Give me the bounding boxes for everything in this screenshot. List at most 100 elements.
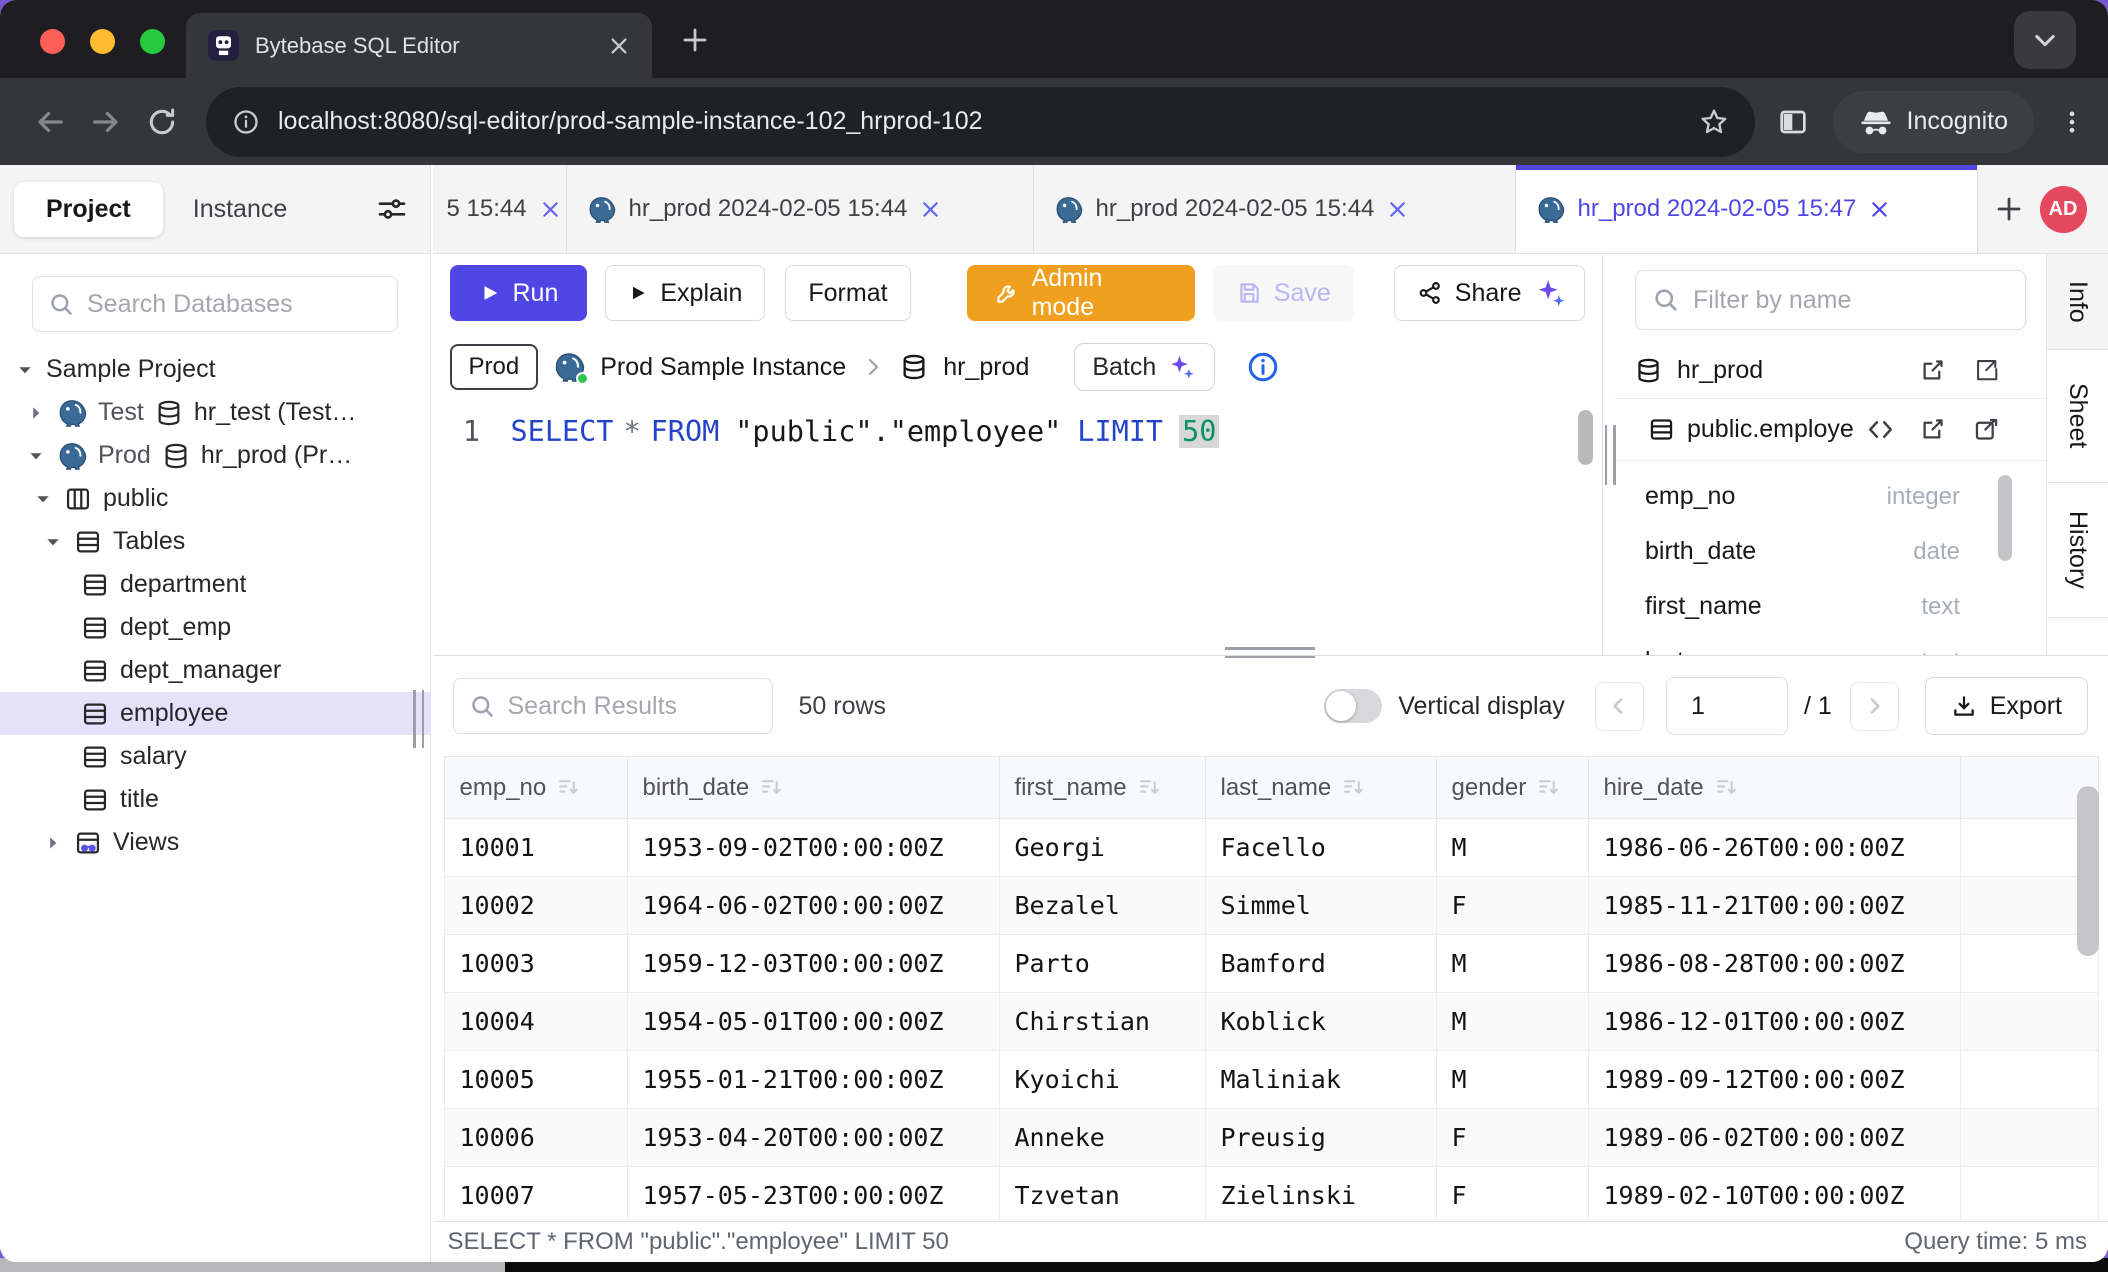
tree-item-salary[interactable]: salary: [0, 735, 430, 778]
edit-icon[interactable]: [1973, 416, 2000, 443]
explain-button[interactable]: Explain: [605, 265, 765, 321]
tree-item-views[interactable]: Views: [0, 821, 430, 864]
format-button[interactable]: Format: [785, 265, 910, 321]
new-tab-icon[interactable]: [680, 25, 710, 55]
close-tab-icon[interactable]: [608, 35, 630, 57]
instance-name[interactable]: Prod Sample Instance: [600, 353, 846, 382]
tab-search-button[interactable]: [2014, 11, 2076, 69]
database-name[interactable]: hr_prod: [943, 353, 1029, 382]
tree-item-employee[interactable]: employee: [0, 692, 430, 735]
tab-info[interactable]: Info: [2047, 254, 2108, 350]
database-search[interactable]: [32, 276, 398, 332]
sort-icon[interactable]: [556, 775, 581, 800]
tab-history[interactable]: History: [2047, 483, 2108, 618]
close-tab-icon[interactable]: [1869, 199, 1890, 220]
sidebar-resize-handle[interactable]: [413, 690, 424, 748]
tree-item-hr-test[interactable]: Test hr_test (Test…: [0, 391, 430, 434]
tree-item-sample-project[interactable]: Sample Project: [0, 348, 430, 391]
filter-by-name-input[interactable]: [1693, 286, 2015, 315]
tree-item-tables[interactable]: Tables: [0, 520, 430, 563]
column-header-gender[interactable]: gender: [1436, 757, 1588, 819]
panel-resize-handle[interactable]: [1605, 425, 1616, 485]
column-row[interactable]: birth_date date: [1615, 524, 2046, 579]
table-row[interactable]: 100051955-01-21T00:00:00ZKyoichiMaliniak…: [444, 1051, 2099, 1109]
column-row[interactable]: emp_no integer: [1615, 469, 2046, 524]
column-list-scrollbar[interactable]: [1998, 475, 2012, 561]
side-panel-icon[interactable]: [1777, 106, 1809, 138]
schema-filter[interactable]: [1635, 270, 2026, 330]
address-bar[interactable]: localhost:8080/sql-editor/prod-sample-in…: [206, 87, 1755, 157]
open-external-icon[interactable]: [1919, 416, 1946, 443]
sort-icon[interactable]: [1137, 775, 1162, 800]
open-external-icon[interactable]: [1919, 357, 1946, 384]
panel-divider[interactable]: [1602, 254, 1616, 655]
column-header-hire-date[interactable]: hire_date: [1588, 757, 1960, 819]
results-search[interactable]: [453, 678, 773, 734]
add-query-tab-icon[interactable]: [1994, 194, 2024, 224]
close-window-button[interactable]: [40, 29, 65, 54]
url-text[interactable]: localhost:8080/sql-editor/prod-sample-in…: [278, 107, 1681, 136]
admin-mode-button[interactable]: Admin mode: [967, 265, 1195, 321]
connection-info-icon[interactable]: [1246, 350, 1280, 384]
table-row[interactable]: 100071957-05-23T00:00:00ZTzvetanZielinsk…: [444, 1167, 2099, 1222]
sort-icon[interactable]: [1536, 775, 1561, 800]
close-tab-icon[interactable]: [920, 199, 941, 220]
back-icon[interactable]: [22, 105, 78, 139]
results-resize-handle[interactable]: [1225, 647, 1315, 658]
query-tab-3[interactable]: hr_prod 2024-02-05 15:44: [1034, 165, 1516, 253]
run-button[interactable]: Run: [450, 265, 588, 321]
column-row[interactable]: last_name text: [1615, 634, 2046, 655]
export-button[interactable]: Export: [1925, 677, 2088, 735]
search-databases-input[interactable]: [87, 290, 409, 319]
close-tab-icon[interactable]: [1387, 199, 1408, 220]
query-tab-2[interactable]: hr_prod 2024-02-05 15:44: [567, 165, 1034, 253]
sort-icon[interactable]: [1341, 775, 1366, 800]
forward-icon[interactable]: [78, 105, 134, 139]
filter-settings-icon[interactable]: [376, 193, 416, 225]
table-row[interactable]: 100041954-05-01T00:00:00ZChirstianKoblic…: [444, 993, 2099, 1051]
minimize-window-button[interactable]: [90, 29, 115, 54]
save-button[interactable]: Save: [1213, 265, 1354, 321]
column-row[interactable]: first_name text: [1615, 579, 2046, 634]
tree-item-public-schema[interactable]: public: [0, 477, 430, 520]
prev-page-button[interactable]: [1595, 682, 1644, 731]
editor-scrollbar[interactable]: [1578, 410, 1593, 465]
user-avatar[interactable]: AD: [2040, 186, 2087, 233]
table-row[interactable]: 100031959-12-03T00:00:00ZPartoBamfordM19…: [444, 935, 2099, 993]
share-button[interactable]: Share: [1394, 265, 1585, 321]
tab-sheet[interactable]: Sheet: [2047, 350, 2108, 483]
search-results-input[interactable]: [508, 692, 830, 721]
zoom-window-button[interactable]: [140, 29, 165, 54]
tree-item-dept-emp[interactable]: dept_emp: [0, 606, 430, 649]
site-info-icon[interactable]: [232, 108, 260, 136]
tree-item-dept-manager[interactable]: dept_manager: [0, 649, 430, 692]
close-tab-icon[interactable]: [540, 199, 561, 220]
browser-tab[interactable]: Bytebase SQL Editor: [186, 13, 652, 78]
code-icon[interactable]: [1866, 415, 1895, 444]
tree-item-title[interactable]: title: [0, 778, 430, 821]
reload-icon[interactable]: [134, 106, 190, 138]
edit-icon[interactable]: [1973, 357, 2000, 384]
caret-down-icon[interactable]: [15, 361, 35, 379]
next-page-button[interactable]: [1850, 682, 1899, 731]
browser-menu-icon[interactable]: [2058, 108, 2086, 136]
table-row[interactable]: 100011953-09-02T00:00:00ZGeorgiFacelloM1…: [444, 819, 2099, 877]
caret-right-icon[interactable]: [43, 834, 63, 852]
column-header-first-name[interactable]: first_name: [999, 757, 1205, 819]
query-tab-1[interactable]: 5 15:44: [433, 165, 567, 253]
sql-editor[interactable]: 1 SELECT*FROM"public"."employee"LIMIT50: [433, 402, 1602, 655]
tab-instance[interactable]: Instance: [163, 182, 318, 237]
table-row[interactable]: 100021964-06-02T00:00:00ZBezalelSimmelF1…: [444, 877, 2099, 935]
tree-item-hr-prod[interactable]: Prod hr_prod (Pr…: [0, 434, 430, 477]
column-header-last-name[interactable]: last_name: [1205, 757, 1436, 819]
schema-table-row[interactable]: public.employee: [1615, 399, 2046, 461]
results-scrollbar[interactable]: [2077, 786, 2099, 956]
tree-item-department[interactable]: department: [0, 563, 430, 606]
caret-down-icon[interactable]: [26, 447, 46, 465]
sql-code-line[interactable]: 1 SELECT*FROM"public"."employee"LIMIT50: [433, 415, 1602, 448]
sort-icon[interactable]: [759, 775, 784, 800]
tab-project[interactable]: Project: [14, 182, 163, 237]
batch-button[interactable]: Batch: [1074, 343, 1215, 391]
vertical-display-toggle[interactable]: [1324, 689, 1382, 723]
caret-right-icon[interactable]: [26, 404, 46, 422]
